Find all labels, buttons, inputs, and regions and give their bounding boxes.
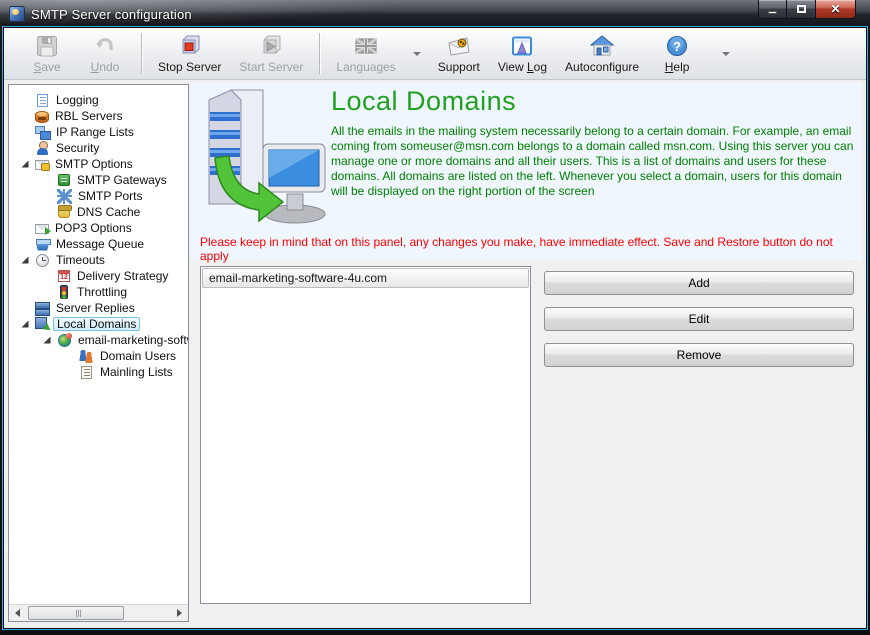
warning-text: Please keep in mind that on this panel, … [200,235,854,263]
throttling-icon [60,285,68,299]
tree-item-delivery-strategy[interactable]: Delivery Strategy [9,268,188,284]
expand-arrow-icon[interactable] [22,257,29,264]
tree-item-mailing-lists[interactable]: Mainling Lists [9,364,188,380]
local-domains-panel: Local Domains All the emails in the mail… [191,82,862,624]
local-domains-hero-icon [199,86,331,228]
pop3-options-icon [35,224,49,234]
view-log-button[interactable]: View Log [489,28,556,79]
smtp-options-icon [35,160,49,170]
settings-tree: Logging RBL Servers IP Range Lists Secur… [9,85,188,604]
domain-listbox: email-marketing-software-4u.com [200,266,531,604]
toolbar-separator [141,33,142,74]
scrollbar-track[interactable] [26,605,171,621]
toolbar: Save Undo Stop Server Start Server Langu… [4,28,866,80]
tree-item-throttling[interactable]: Throttling [9,284,188,300]
server-replies-icon [35,301,50,316]
smtp-ports-icon [57,189,72,204]
expand-arrow-icon[interactable] [22,321,29,328]
autoconfigure-button[interactable]: Autoconfigure [556,28,648,79]
help-button[interactable]: ? Help [648,28,706,79]
mailing-lists-icon [81,366,92,379]
horizontal-scrollbar[interactable] [9,604,188,621]
domain-actions: Add Edit Remove [544,271,854,367]
rbl-servers-icon [35,111,49,123]
tree-item-smtp-gateways[interactable]: SMTP Gateways [9,172,188,188]
toolbar-overflow-icon[interactable] [722,52,730,56]
support-button[interactable]: Support [429,28,489,79]
domain-globe-icon [58,334,71,347]
save-icon [35,34,59,58]
smtp-gateways-icon [58,174,70,186]
caption-buttons: ✕ [758,0,856,19]
tree-item-security[interactable]: Security [9,140,188,156]
undo-icon [93,34,117,58]
domain-list-item[interactable]: email-marketing-software-4u.com [202,268,529,288]
minimize-button[interactable] [758,0,787,19]
delivery-strategy-icon [58,270,70,282]
tree-item-local-domains[interactable]: Local Domains [9,316,188,332]
local-domains-icon [35,317,50,332]
maximize-icon [797,5,806,13]
domain-users-icon [79,349,94,364]
navigation-sidebar: Logging RBL Servers IP Range Lists Secur… [8,84,189,622]
scroll-right-button[interactable] [171,605,188,622]
add-button[interactable]: Add [544,271,854,295]
tree-item-smtp-options[interactable]: SMTP Options [9,156,188,172]
expand-arrow-icon[interactable] [44,337,51,344]
scroll-left-button[interactable] [9,605,26,622]
autoconfigure-icon [590,34,614,58]
start-server-button: Start Server [230,28,312,79]
svg-text:?: ? [673,39,681,54]
tree-item-domain-users[interactable]: Domain Users [9,348,188,364]
dns-cache-icon [58,206,70,218]
tree-item-pop3-options[interactable]: POP3 Options [9,220,188,236]
panel-header: Local Domains All the emails in the mail… [191,82,862,260]
help-icon: ? [665,34,689,58]
tree-item-domain[interactable]: email-marketing-softw [9,332,188,348]
tree-item-smtp-ports[interactable]: SMTP Ports [9,188,188,204]
toolbar-separator [319,33,320,74]
tree-item-rbl-servers[interactable]: RBL Servers [9,108,188,124]
view-log-icon [510,34,534,58]
tree-item-dns-cache[interactable]: DNS Cache [9,204,188,220]
stop-server-button[interactable]: Stop Server [149,28,230,79]
support-icon [447,34,471,58]
start-server-icon [259,34,283,58]
scrollbar-grip [76,610,77,617]
languages-icon [354,34,378,58]
tree-item-server-replies[interactable]: Server Replies [9,300,188,316]
maximize-button[interactable] [787,0,815,19]
app-icon [9,6,25,22]
window-title: SMTP Server configuration [31,7,192,22]
scrollbar-thumb[interactable] [28,606,124,620]
scroll-left-icon [15,609,20,617]
undo-button: Undo [76,28,134,79]
expand-arrow-icon[interactable] [22,161,29,168]
security-icon [35,141,50,156]
languages-button: Languages [327,28,404,79]
logging-icon [37,94,48,107]
title-bar[interactable]: SMTP Server configuration [0,0,870,28]
page-title: Local Domains [331,86,516,117]
close-icon: ✕ [830,2,840,16]
message-queue-icon [35,237,50,252]
tree-item-logging[interactable]: Logging [9,92,188,108]
close-button[interactable]: ✕ [815,0,856,19]
ip-range-lists-icon [35,125,50,140]
tree-item-timeouts[interactable]: Timeouts [9,252,188,268]
tree-item-message-queue[interactable]: Message Queue [9,236,188,252]
app-window: SMTP Server configuration ✕ Save Undo St… [0,0,870,635]
page-description: All the emails in the mailing system nec… [331,124,854,199]
save-button: Save [18,28,76,79]
stop-server-icon [178,34,202,58]
timeouts-icon [36,254,49,267]
edit-button[interactable]: Edit [544,307,854,331]
minimize-icon [768,11,777,14]
remove-button[interactable]: Remove [544,343,854,367]
scroll-right-icon [177,609,182,617]
tree-item-ip-range-lists[interactable]: IP Range Lists [9,124,188,140]
languages-dropdown-icon [413,52,421,56]
client-area: Save Undo Stop Server Start Server Langu… [4,28,866,628]
